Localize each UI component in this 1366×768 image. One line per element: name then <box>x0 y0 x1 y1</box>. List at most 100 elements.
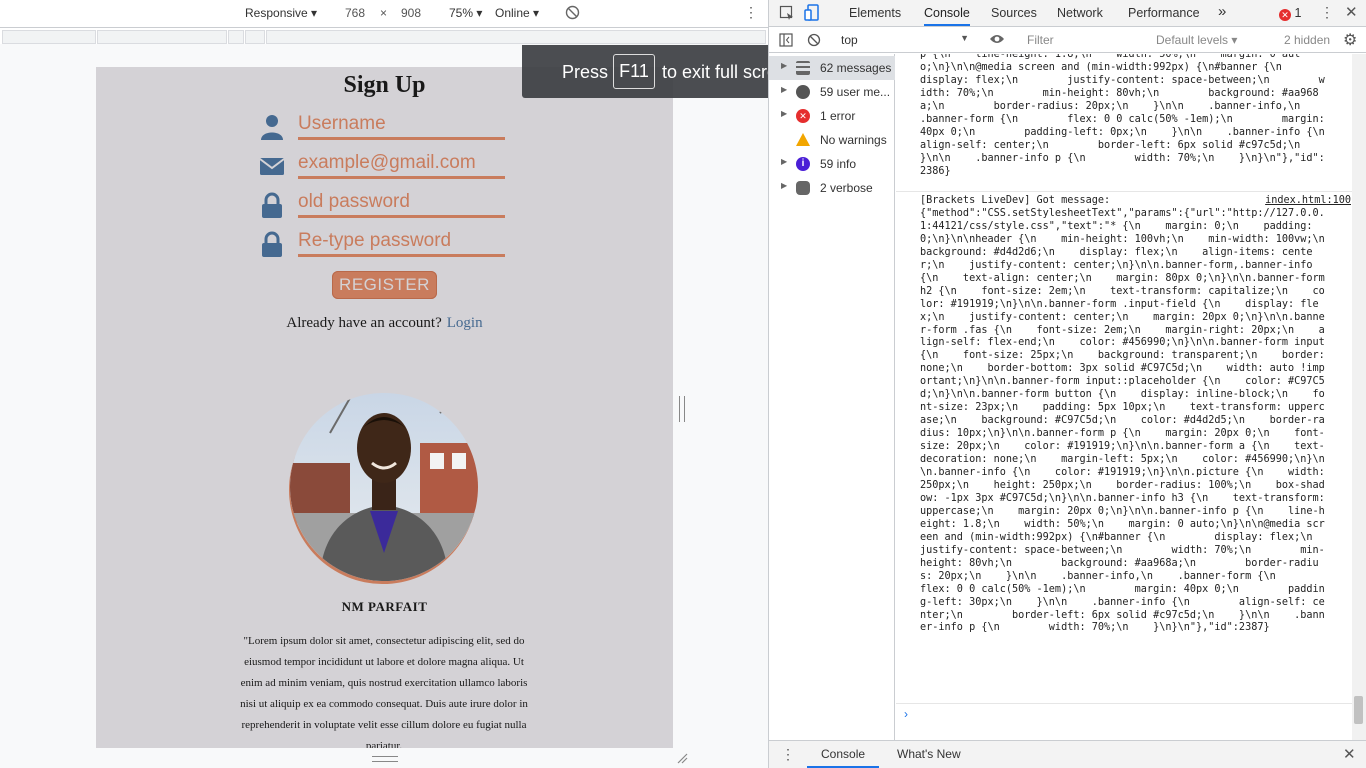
console-toolbar: top ▼ Filter Default levels ▾ 2 hidden ⚙ <box>769 28 1366 53</box>
email-input[interactable]: example@gmail.com <box>298 151 505 179</box>
lock-icon <box>262 192 282 218</box>
device-select[interactable]: Responsive ▾ <box>245 6 317 20</box>
hidden-count: 2 hidden <box>1284 33 1331 47</box>
retype-password-input[interactable]: Re-type password <box>298 229 505 257</box>
login-link[interactable]: Login <box>447 315 483 331</box>
more-options-icon[interactable]: ⋮ <box>744 4 758 21</box>
console-scrollbar[interactable] <box>1352 54 1366 740</box>
tab-sources[interactable]: Sources <box>991 6 1037 20</box>
log-message: [Brackets LiveDev] Got message: {"method… <box>920 195 1325 634</box>
sidebar-item-label: 59 info <box>820 157 857 171</box>
expand-arrow-icon: ▶ <box>781 109 788 118</box>
sidebar-item-label: 62 messages <box>820 61 892 75</box>
drawer-tab-console[interactable]: Console <box>807 747 880 768</box>
console-output: p {\n line-height: 1.8;\n width: 50%;\n … <box>896 54 1356 704</box>
network-label: Online <box>495 6 530 20</box>
zoom-label: 75% <box>449 6 474 20</box>
envelope-icon <box>259 158 285 175</box>
toast-key: F11 <box>613 54 655 89</box>
filter-input[interactable]: Filter <box>1027 33 1054 47</box>
height-input[interactable]: 908 <box>401 6 421 20</box>
device-label: Responsive <box>245 6 308 20</box>
tab-console[interactable]: Console <box>924 6 970 26</box>
sidebar-item-messages[interactable]: ▶ 62 messages <box>769 56 895 80</box>
tab-performance[interactable]: Performance <box>1128 6 1200 20</box>
ruler-segment <box>266 30 766 44</box>
context-label: top <box>841 33 858 47</box>
drawer-menu-icon[interactable]: ⋮ <box>781 746 795 763</box>
expand-arrow-icon: ▶ <box>781 61 788 70</box>
inspect-icon[interactable] <box>779 5 795 24</box>
bug-icon <box>796 181 810 195</box>
devtools-tabbar: Elements Console Sources Network Perform… <box>769 0 1366 27</box>
sidebar-item-warnings[interactable]: No warnings <box>769 128 895 152</box>
tab-elements[interactable]: Elements <box>849 6 901 20</box>
profile-picture <box>290 393 478 581</box>
zoom-select[interactable]: 75% ▾ <box>449 6 482 20</box>
bio-text: "Lorem ipsum dolor sit amet, consectetur… <box>240 635 528 748</box>
device-toolbar: Responsive ▾ 768 × 908 75% ▾ Online ▾ ⋮ <box>0 0 768 28</box>
eye-icon[interactable] <box>989 33 1005 48</box>
expand-arrow-icon: ▶ <box>781 85 788 94</box>
chevron-down-icon: ▼ <box>960 33 969 43</box>
password-input[interactable]: old password <box>298 190 505 218</box>
clear-console-icon[interactable] <box>807 33 821 50</box>
error-count: 1 <box>1294 6 1302 20</box>
sidebar-item-errors[interactable]: ▶ ✕ 1 error <box>769 104 895 128</box>
log-separator <box>896 703 1356 704</box>
info-icon: i <box>796 157 810 171</box>
gear-icon[interactable]: ⚙ <box>1343 30 1357 50</box>
account-text: Already have an account? <box>286 315 442 331</box>
sidebar-item-verbose[interactable]: ▶ 2 verbose <box>769 176 895 200</box>
more-tabs-icon[interactable]: » <box>1218 3 1226 20</box>
ruler-segment <box>245 30 265 44</box>
levels-select[interactable]: Default levels ▾ <box>1156 33 1237 47</box>
device-toggle-icon[interactable] <box>804 4 820 25</box>
devtools-panel: Elements Console Sources Network Perform… <box>768 0 1366 768</box>
devtools-drawer: ⋮ Console What's New ✕ <box>769 740 1366 768</box>
email-field[interactable]: example@gmail.com <box>259 151 509 181</box>
drawer-tab-whats-new[interactable]: What's New <box>897 747 961 761</box>
ruler-segment <box>97 30 227 44</box>
warning-icon <box>796 133 810 146</box>
context-select[interactable]: top ▼ <box>841 33 969 47</box>
devtools-menu-icon[interactable]: ⋮ <box>1320 4 1334 21</box>
scrollbar-thumb[interactable] <box>1354 696 1363 724</box>
lock-icon <box>262 231 282 257</box>
error-badge[interactable]: ✕ 1 <box>1279 6 1301 21</box>
username-input[interactable]: Username <box>298 112 505 140</box>
error-icon: ✕ <box>796 109 810 123</box>
close-drawer-icon[interactable]: ✕ <box>1343 745 1356 763</box>
resize-handle-bottom[interactable] <box>372 756 398 762</box>
ruler-segment <box>2 30 96 44</box>
resize-corner-icon[interactable] <box>676 752 688 764</box>
log-message: p {\n line-height: 1.8;\n width: 50%;\n … <box>920 54 1325 177</box>
expand-arrow-icon: ▶ <box>781 157 788 166</box>
close-devtools-icon[interactable]: ✕ <box>1345 3 1358 21</box>
register-button[interactable]: REGISTER <box>332 271 437 299</box>
sidebar-item-label: 2 verbose <box>820 181 873 195</box>
expand-arrow-icon: ▶ <box>781 181 788 190</box>
log-separator <box>896 191 1356 192</box>
password-field[interactable]: old password <box>259 190 509 220</box>
tab-network[interactable]: Network <box>1057 6 1103 20</box>
network-select[interactable]: Online ▾ <box>495 6 539 20</box>
sidebar-item-label: 1 error <box>820 109 856 123</box>
sidebar-item-info[interactable]: ▶ i 59 info <box>769 152 895 176</box>
rotate-icon[interactable] <box>565 5 580 23</box>
retype-password-field[interactable]: Re-type password <box>259 229 509 259</box>
sidebar-toggle-icon[interactable] <box>779 33 793 50</box>
list-icon <box>796 61 810 75</box>
width-input[interactable]: 768 <box>345 6 365 20</box>
error-icon: ✕ <box>1279 9 1291 21</box>
sidebar-item-user-messages[interactable]: ▶ 59 user me... <box>769 80 895 104</box>
person-name: NM PARFAIT <box>341 599 428 614</box>
resize-handle-right[interactable] <box>679 396 685 422</box>
sidebar-item-label: No warnings <box>820 133 887 147</box>
levels-label: Default levels <box>1156 33 1229 47</box>
times-sign: × <box>380 6 388 20</box>
console-prompt[interactable]: › <box>904 707 908 721</box>
username-field[interactable]: Username <box>259 112 509 142</box>
user-icon <box>261 115 283 140</box>
user-icon <box>796 85 810 99</box>
